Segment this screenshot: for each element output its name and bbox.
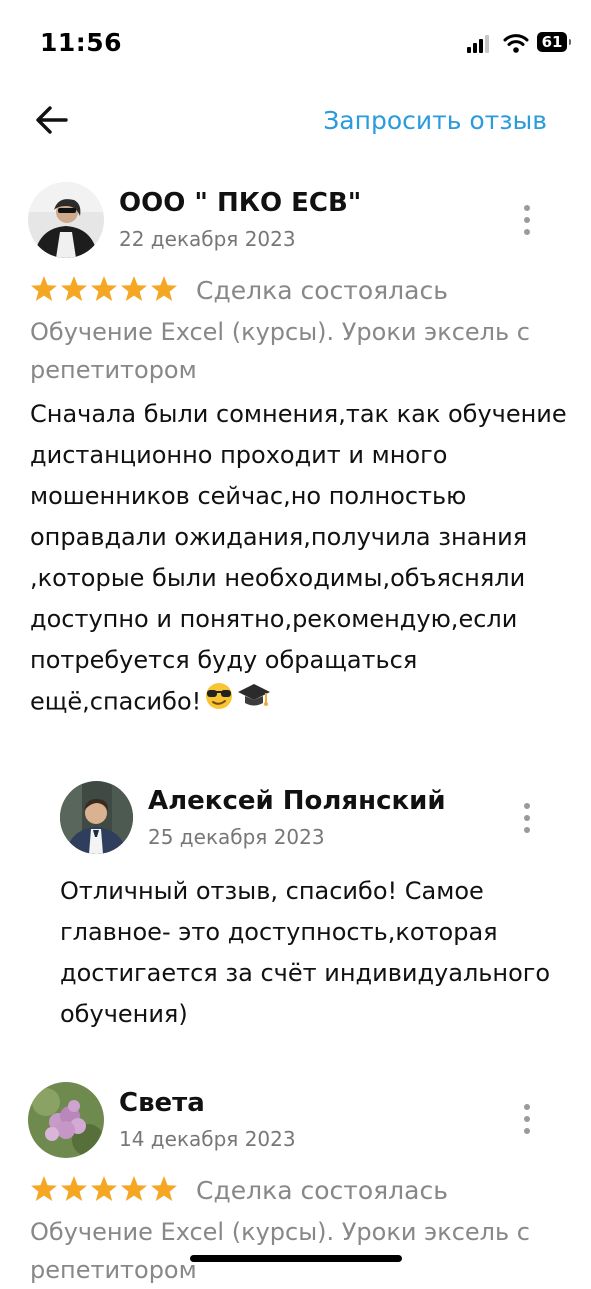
back-arrow-icon[interactable] bbox=[30, 100, 74, 140]
more-options-icon[interactable] bbox=[515, 1102, 539, 1136]
cellular-signal-icon bbox=[467, 35, 493, 53]
review-date: 22 декабря 2023 bbox=[119, 227, 296, 251]
battery-level: 61 bbox=[541, 33, 563, 51]
more-options-icon[interactable] bbox=[515, 203, 539, 237]
avatar bbox=[60, 781, 133, 854]
avatar bbox=[28, 182, 104, 258]
review-text-body: Сначала были сомнения,так как обучение д… bbox=[30, 400, 567, 716]
review-date: 14 декабря 2023 bbox=[119, 1127, 296, 1151]
more-options-icon[interactable] bbox=[515, 801, 539, 835]
wifi-icon bbox=[503, 34, 529, 53]
rating-stars-icon bbox=[31, 276, 177, 301]
reply-date: 25 декабря 2023 bbox=[148, 825, 325, 849]
home-indicator[interactable] bbox=[190, 1255, 402, 1262]
deal-status: Сделка состоялась bbox=[196, 1176, 448, 1205]
review-text: Сначала были сомнения,так как обучение д… bbox=[30, 394, 570, 724]
review-author: Света bbox=[119, 1088, 205, 1118]
avatar bbox=[28, 1082, 104, 1158]
status-bar: 11:56 61 bbox=[0, 0, 591, 88]
sunglasses-emoji-icon bbox=[203, 681, 235, 724]
review-author: ООО " ПКО ЕСВ" bbox=[119, 188, 362, 218]
deal-status: Сделка состоялась bbox=[196, 276, 448, 305]
rating-stars-icon bbox=[31, 1176, 177, 1201]
status-time: 11:56 bbox=[40, 28, 123, 57]
reply-author: Алексей Полянский bbox=[148, 786, 446, 816]
battery-icon: 61 bbox=[537, 32, 571, 52]
request-review-link[interactable]: Запросить отзыв bbox=[323, 106, 547, 135]
reply-text: Отличный отзыв, спасибо! Самое главное- … bbox=[60, 877, 551, 1028]
graduation-cap-emoji-icon bbox=[237, 681, 271, 724]
service-name: Обучение Excel (курсы). Уроки эксель с р… bbox=[30, 1218, 530, 1284]
service-name: Обучение Excel (курсы). Уроки эксель с р… bbox=[30, 318, 530, 384]
